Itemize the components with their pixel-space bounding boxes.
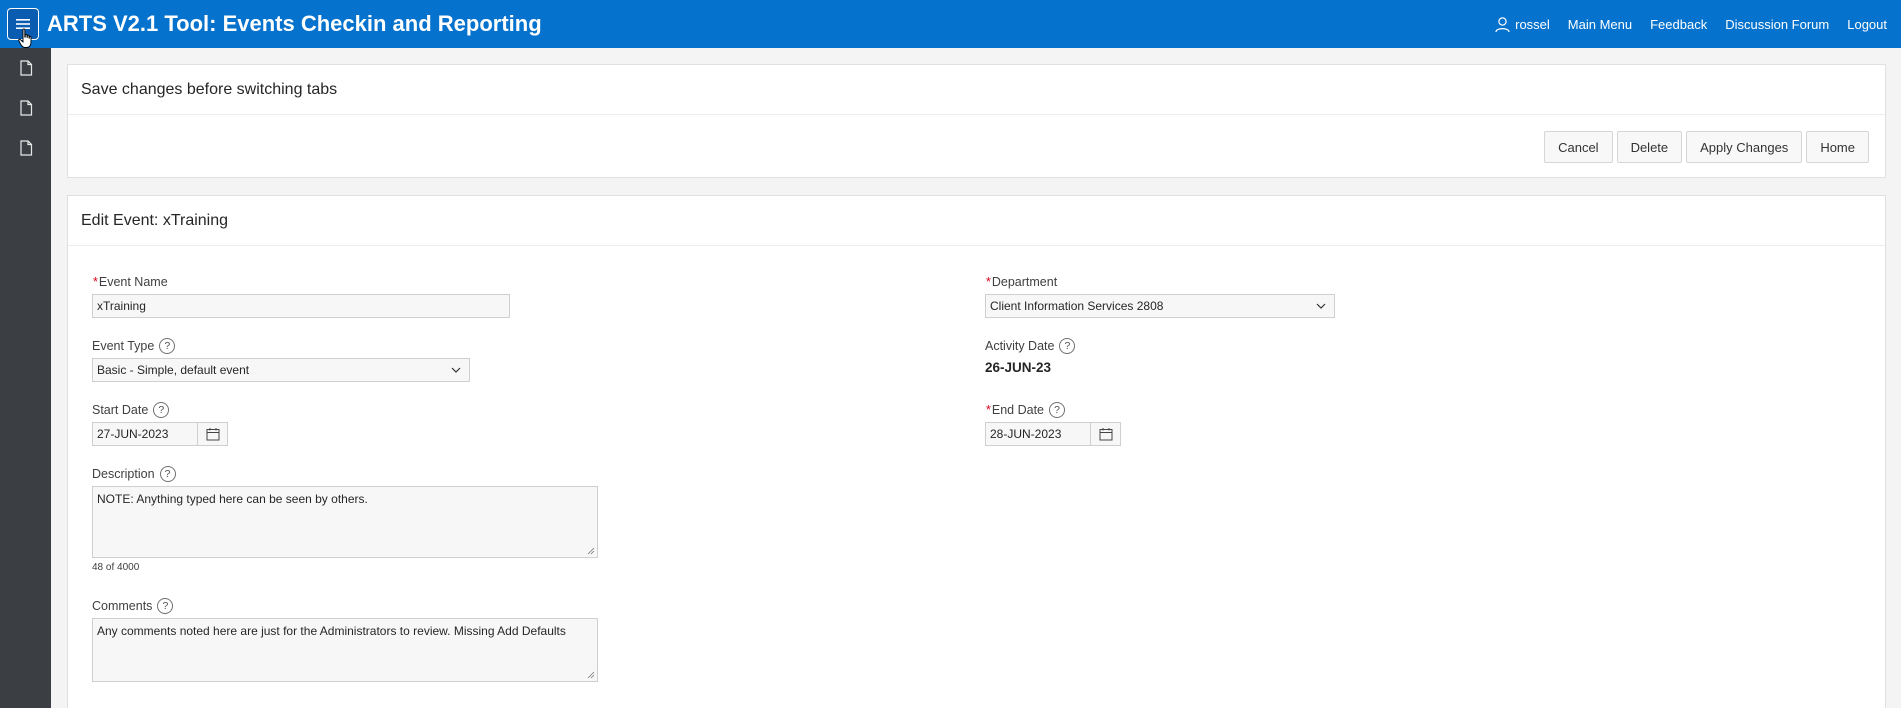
event-name-input[interactable]: xTraining: [92, 294, 510, 318]
sidebar-item-page-3[interactable]: [0, 128, 51, 168]
help-icon[interactable]: ?: [1059, 338, 1076, 354]
description-char-counter: 48 of 4000: [92, 562, 140, 573]
end-date-label: *End Date?: [986, 402, 1065, 418]
cancel-button[interactable]: Cancel: [1544, 131, 1613, 163]
description-textarea[interactable]: NOTE: Anything typed here can be seen by…: [92, 486, 598, 558]
resize-handle-icon[interactable]: [587, 547, 595, 555]
comments-label: Comments?: [92, 598, 174, 614]
event-type-label: Event Type?: [92, 338, 176, 354]
resize-handle-icon[interactable]: [587, 671, 595, 679]
header-nav: rossel Main Menu Feedback Discussion For…: [1494, 0, 1887, 48]
activity-date-label: Activity Date?: [985, 338, 1076, 354]
edit-event-region: Edit Event: xTraining *Event Name xTrain…: [67, 195, 1886, 708]
sidebar: [0, 48, 51, 708]
department-select[interactable]: Client Information Services 2808: [985, 294, 1335, 318]
help-icon[interactable]: ?: [157, 598, 174, 614]
user-icon: [1495, 16, 1510, 32]
calendar-icon: [1099, 428, 1112, 441]
logout-link[interactable]: Logout: [1847, 17, 1887, 32]
document-icon: [19, 60, 32, 76]
description-label: Description?: [92, 466, 176, 482]
save-changes-region: Save changes before switching tabs Cance…: [67, 64, 1886, 178]
event-type-selected-value: Basic - Simple, default event: [97, 363, 250, 377]
department-label: *Department: [986, 275, 1058, 289]
feedback-link[interactable]: Feedback: [1650, 17, 1707, 32]
app-header: ARTS V2.1 Tool: Events Checkin and Repor…: [0, 0, 1901, 48]
home-button[interactable]: Home: [1806, 131, 1869, 163]
department-selected-value: Client Information Services 2808: [990, 299, 1164, 313]
comments-textarea[interactable]: Any comments noted here are just for the…: [92, 618, 598, 682]
start-date-label: Start Date?: [92, 402, 170, 418]
calendar-icon: [206, 428, 219, 441]
activity-date-value: 26-JUN-23: [985, 360, 1052, 375]
region-title: Save changes before switching tabs: [68, 65, 1885, 115]
apply-changes-button[interactable]: Apply Changes: [1686, 131, 1803, 163]
mouse-cursor-icon: [18, 28, 32, 48]
app-title: ARTS V2.1 Tool: Events Checkin and Repor…: [47, 11, 542, 36]
event-name-label: *Event Name: [93, 275, 168, 289]
user-menu[interactable]: rossel: [1494, 16, 1550, 33]
chevron-down-icon: [451, 367, 461, 373]
sidebar-item-page-2[interactable]: [0, 88, 51, 128]
main-menu-link[interactable]: Main Menu: [1568, 17, 1632, 32]
document-icon: [19, 140, 32, 156]
button-bar: Cancel Delete Apply Changes Home: [1544, 131, 1869, 163]
help-icon[interactable]: ?: [1049, 402, 1065, 418]
delete-button[interactable]: Delete: [1616, 131, 1683, 163]
event-type-select[interactable]: Basic - Simple, default event: [92, 358, 470, 382]
document-icon: [19, 100, 32, 116]
start-date-input[interactable]: 27-JUN-2023: [92, 422, 198, 446]
help-icon[interactable]: ?: [159, 466, 176, 482]
help-icon[interactable]: ?: [159, 338, 176, 354]
discussion-forum-link[interactable]: Discussion Forum: [1725, 17, 1829, 32]
help-icon[interactable]: ?: [153, 402, 170, 418]
username-label: rossel: [1515, 16, 1550, 32]
start-date-calendar-button[interactable]: [197, 422, 228, 446]
end-date-calendar-button[interactable]: [1090, 422, 1121, 446]
region-title: Edit Event: xTraining: [68, 196, 1885, 246]
sidebar-item-page-1[interactable]: [0, 48, 51, 88]
end-date-input[interactable]: 28-JUN-2023: [985, 422, 1091, 446]
chevron-down-icon: [1316, 303, 1326, 309]
